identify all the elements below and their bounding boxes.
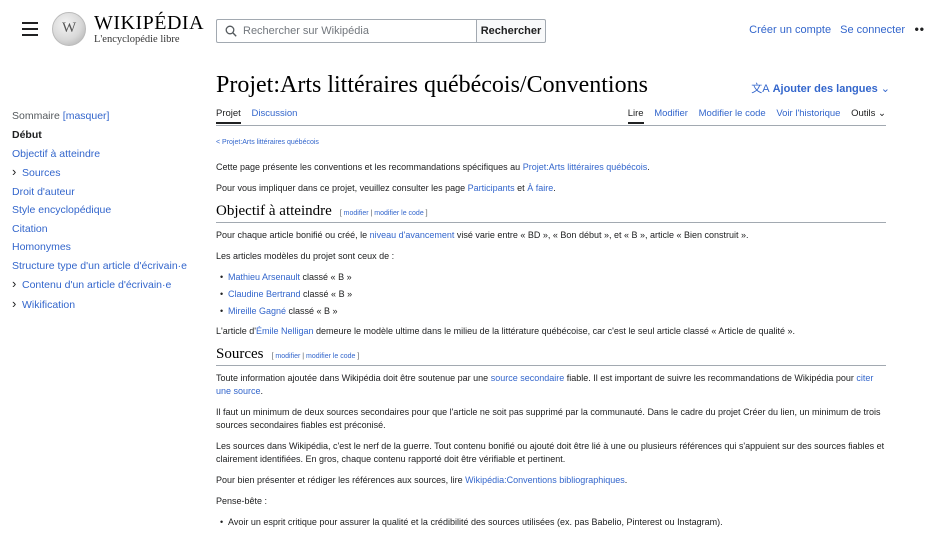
objectif-paragraph-1: Pour chaque article bonifié ou créé, le …	[216, 230, 749, 240]
translate-icon: 文A	[751, 83, 770, 95]
edit-source-button[interactable]: modifier le code	[306, 353, 355, 360]
sources-paragraph-2: Il faut un minimum de deux sources secon…	[216, 407, 881, 430]
tab-outils[interactable]: Outils ⌄	[851, 108, 886, 122]
tab-modifier[interactable]: Modifier	[654, 108, 688, 122]
edit-section-button[interactable]: modifier	[344, 210, 369, 217]
chevron-right-icon[interactable]: ›	[12, 165, 22, 178]
todo-link[interactable]: À faire	[527, 183, 553, 193]
edit-section-links: [ modifier | modifier le code ]	[339, 210, 428, 217]
list-item: Claudine Bertrand classé « B »	[216, 288, 886, 301]
model-article-link[interactable]: Claudine Bertrand	[228, 289, 301, 299]
add-languages-button[interactable]: 文A Ajouter des langues ⌄	[751, 80, 890, 96]
tab-lire[interactable]: Lire	[627, 108, 644, 124]
search-box	[216, 19, 477, 43]
niveau-avancement-link[interactable]: niveau d'avancement	[370, 230, 455, 240]
toc-item-label: Début	[12, 129, 42, 141]
toc-item-label: Homonymes	[12, 241, 71, 253]
tab-discussion[interactable]: Discussion	[251, 108, 297, 122]
toc-item-label: Citation	[12, 222, 48, 235]
toc-item-label: Contenu d'un article d'écrivain·e	[22, 279, 172, 291]
objectif-paragraph-3: L'article d'Émile Nelligan demeure le mo…	[216, 326, 795, 336]
toc-item[interactable]: Objectif à atteindre	[12, 148, 202, 160]
participants-link[interactable]: Participants	[468, 183, 515, 193]
create-account-link[interactable]: Créer un compte	[749, 24, 831, 36]
search-input[interactable]	[243, 23, 473, 39]
edit-source-button[interactable]: modifier le code	[374, 210, 423, 217]
toc-item-label: Sources	[22, 167, 61, 179]
toc-header: Sommaire [masquer]	[12, 110, 202, 122]
main-content: Projet:Arts littéraires québécois/Conven…	[216, 70, 890, 529]
list-item: Mathieu Arsenault classé « B »	[216, 271, 886, 284]
article-body: < Projet:Arts littéraires québécois Cett…	[216, 136, 886, 536]
intro-paragraph-1: Cette page présente les conventions et l…	[216, 162, 650, 172]
tab-outils-label: Outils	[851, 108, 876, 119]
model-articles-list: Mathieu Arsenault classé « B » Claudine …	[216, 271, 886, 318]
tab-modifier-code[interactable]: Modifier le code	[699, 108, 766, 122]
search-icon	[225, 25, 237, 37]
login-link[interactable]: Se connecter	[840, 24, 905, 36]
toc-item[interactable]: Début	[12, 129, 202, 141]
add-languages-label: Ajouter des langues	[772, 83, 878, 95]
objectif-paragraph-2: Les articles modèles du projet sont ceux…	[216, 251, 395, 261]
sources-paragraph-3: Les sources dans Wikipédia, c'est le ner…	[216, 441, 885, 464]
list-item: Mireille Gagné classé « B »	[216, 305, 886, 318]
sources-paragraph-4: Pour bien présenter et rédiger les référ…	[216, 475, 628, 485]
toc-item-label: Droit d'auteur	[12, 185, 75, 198]
tab-historique[interactable]: Voir l'historique	[776, 108, 840, 122]
toc-title: Sommaire	[12, 110, 60, 122]
toc-item[interactable]: Structure type d'un article d'écrivain·e	[12, 260, 202, 272]
model-article-link[interactable]: Mathieu Arsenault	[228, 272, 300, 282]
wikipedia-wordmark[interactable]: WIKIPÉDIA	[94, 12, 204, 35]
user-links: Créer un compte Se connecter	[743, 24, 905, 36]
toc-item-label: Wikification	[22, 298, 76, 311]
sources-paragraph-1: Toute information ajoutée dans Wikipédia…	[216, 373, 874, 396]
toc-list: Début Objectif à atteindre › Sources Droit d…	[12, 129, 202, 311]
section-heading-objectif: Objectif à atteindre[ modifier | modifie…	[216, 204, 886, 223]
toc-item-label: Style encyclopédique	[12, 204, 112, 216]
chevron-right-icon[interactable]: ›	[12, 297, 22, 310]
search-button[interactable]: Rechercher	[476, 19, 546, 43]
chevron-down-icon: ⌄	[878, 108, 886, 119]
chevron-right-icon[interactable]: ›	[12, 277, 22, 290]
hamburger-menu-icon[interactable]	[22, 22, 38, 36]
nelligan-link[interactable]: Émile Nelligan	[256, 326, 314, 336]
more-options-icon[interactable]: ••	[915, 22, 925, 36]
section-heading-sources: Sources[ modifier | modifier le code ]	[216, 347, 886, 366]
toc-item[interactable]: Style encyclopédique	[12, 204, 202, 216]
intro-paragraph-2: Pour vous impliquer dans ce projet, veui…	[216, 183, 556, 193]
site-header: WIKIPÉDIA L'encyclopédie libre Recherche…	[0, 0, 935, 60]
sources-paragraph-5: Pense-bête :	[216, 496, 268, 506]
toc-item-label: Structure type d'un article d'écrivain·e	[12, 259, 188, 272]
model-article-link[interactable]: Mireille Gagné	[228, 306, 286, 316]
wikipedia-globe-logo[interactable]	[52, 12, 86, 46]
table-of-contents: Sommaire [masquer] Début Objectif à attei…	[12, 110, 202, 317]
tab-projet[interactable]: Projet	[216, 108, 241, 124]
toc-item[interactable]: Citation	[12, 223, 202, 235]
page-tabs: Projet Discussion Lire Modifier Modifier…	[216, 108, 886, 126]
conventions-biblio-link[interactable]: Wikipédia:Conventions bibliographiques	[465, 475, 625, 485]
wikipedia-tagline: L'encyclopédie libre	[94, 34, 180, 45]
toc-hide-link[interactable]: [masquer]	[63, 110, 110, 122]
source-secondaire-link[interactable]: source secondaire	[491, 373, 565, 383]
toc-item-label: Objectif à atteindre	[12, 147, 101, 160]
toc-item[interactable]: Droit d'auteur	[12, 186, 202, 198]
toc-item[interactable]: Homonymes	[12, 241, 202, 253]
edit-section-button[interactable]: modifier	[275, 353, 300, 360]
breadcrumb[interactable]: < Projet:Arts littéraires québécois	[216, 136, 886, 149]
toc-item[interactable]: › Contenu d'un article d'écrivain·e	[12, 277, 202, 291]
list-item: Avoir un esprit critique pour assurer la…	[216, 516, 886, 529]
project-link[interactable]: Projet:Arts littéraires québécois	[523, 162, 648, 172]
reminder-list: Avoir un esprit critique pour assurer la…	[216, 516, 886, 529]
toc-item[interactable]: › Wikification	[12, 297, 202, 311]
chevron-down-icon: ⌄	[880, 83, 890, 95]
edit-section-links: [ modifier | modifier le code ]	[271, 353, 360, 360]
toc-item[interactable]: › Sources	[12, 165, 202, 179]
